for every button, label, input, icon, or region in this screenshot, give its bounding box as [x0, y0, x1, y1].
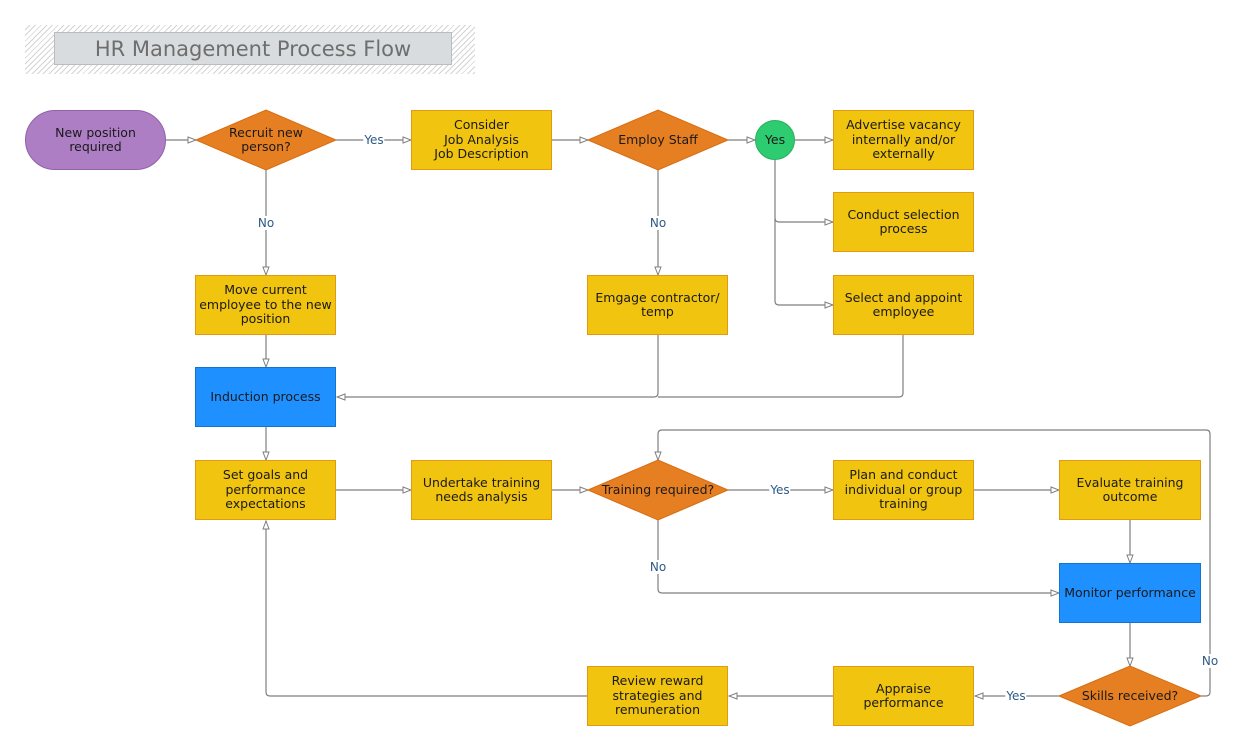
process-training-needs-analysis[interactable]: Undertake training needs analysis [411, 460, 552, 520]
process-review-reward[interactable]: Review reward strategies and remuneratio… [587, 666, 728, 726]
connector-yes[interactable]: Yes [755, 120, 795, 160]
edge-label-training-yes: Yes [769, 483, 791, 497]
edge-yes-appoint [774, 218, 833, 305]
edge-label-skills-no: No [1200, 654, 1220, 668]
process-evaluate-training[interactable]: Evaluate training outcome [1059, 460, 1201, 520]
edge-review-goals [266, 521, 587, 697]
edge-training-no-monitor [657, 520, 1059, 593]
process-appraise-performance[interactable]: Appraise performance [833, 666, 974, 726]
process-select-appoint[interactable]: Select and appoint employee [833, 275, 974, 335]
process-set-goals[interactable]: Set goals and performance expectations [195, 460, 336, 520]
edge-label-employ-no: No [648, 216, 668, 230]
process-monitor-performance[interactable]: Monitor performance [1059, 563, 1201, 623]
process-engage-contractor[interactable]: Emgage contractor/ temp [587, 275, 728, 335]
decision-skills-shape [1057, 665, 1203, 727]
edge-appoint-induction [658, 335, 904, 398]
edge-label-skills-yes: Yes [1005, 689, 1027, 703]
decision-training-shape [586, 459, 730, 521]
process-consider-job-analysis[interactable]: Consider Job Analysis Job Description [411, 110, 552, 170]
process-advertise-vacancy[interactable]: Advertise vacancy internally and/or exte… [833, 110, 974, 170]
process-induction[interactable]: Induction process [195, 367, 336, 427]
edge-label-recruit-yes: Yes [363, 133, 385, 147]
decision-recruit-shape [194, 109, 338, 171]
edge-yes-selection [774, 160, 833, 222]
process-move-employee[interactable]: Move current employee to the new positio… [195, 275, 336, 335]
start-terminal[interactable]: New position required [25, 110, 166, 170]
process-plan-training[interactable]: Plan and conduct individual or group tra… [833, 460, 974, 520]
edge-contractor-induction [337, 335, 659, 397]
edge-label-recruit-no: No [256, 216, 276, 230]
edge-label-training-no: No [648, 560, 668, 574]
flow-canvas [166, 109, 1211, 727]
process-conduct-selection[interactable]: Conduct selection process [833, 192, 974, 252]
decision-employ-shape [586, 109, 730, 171]
